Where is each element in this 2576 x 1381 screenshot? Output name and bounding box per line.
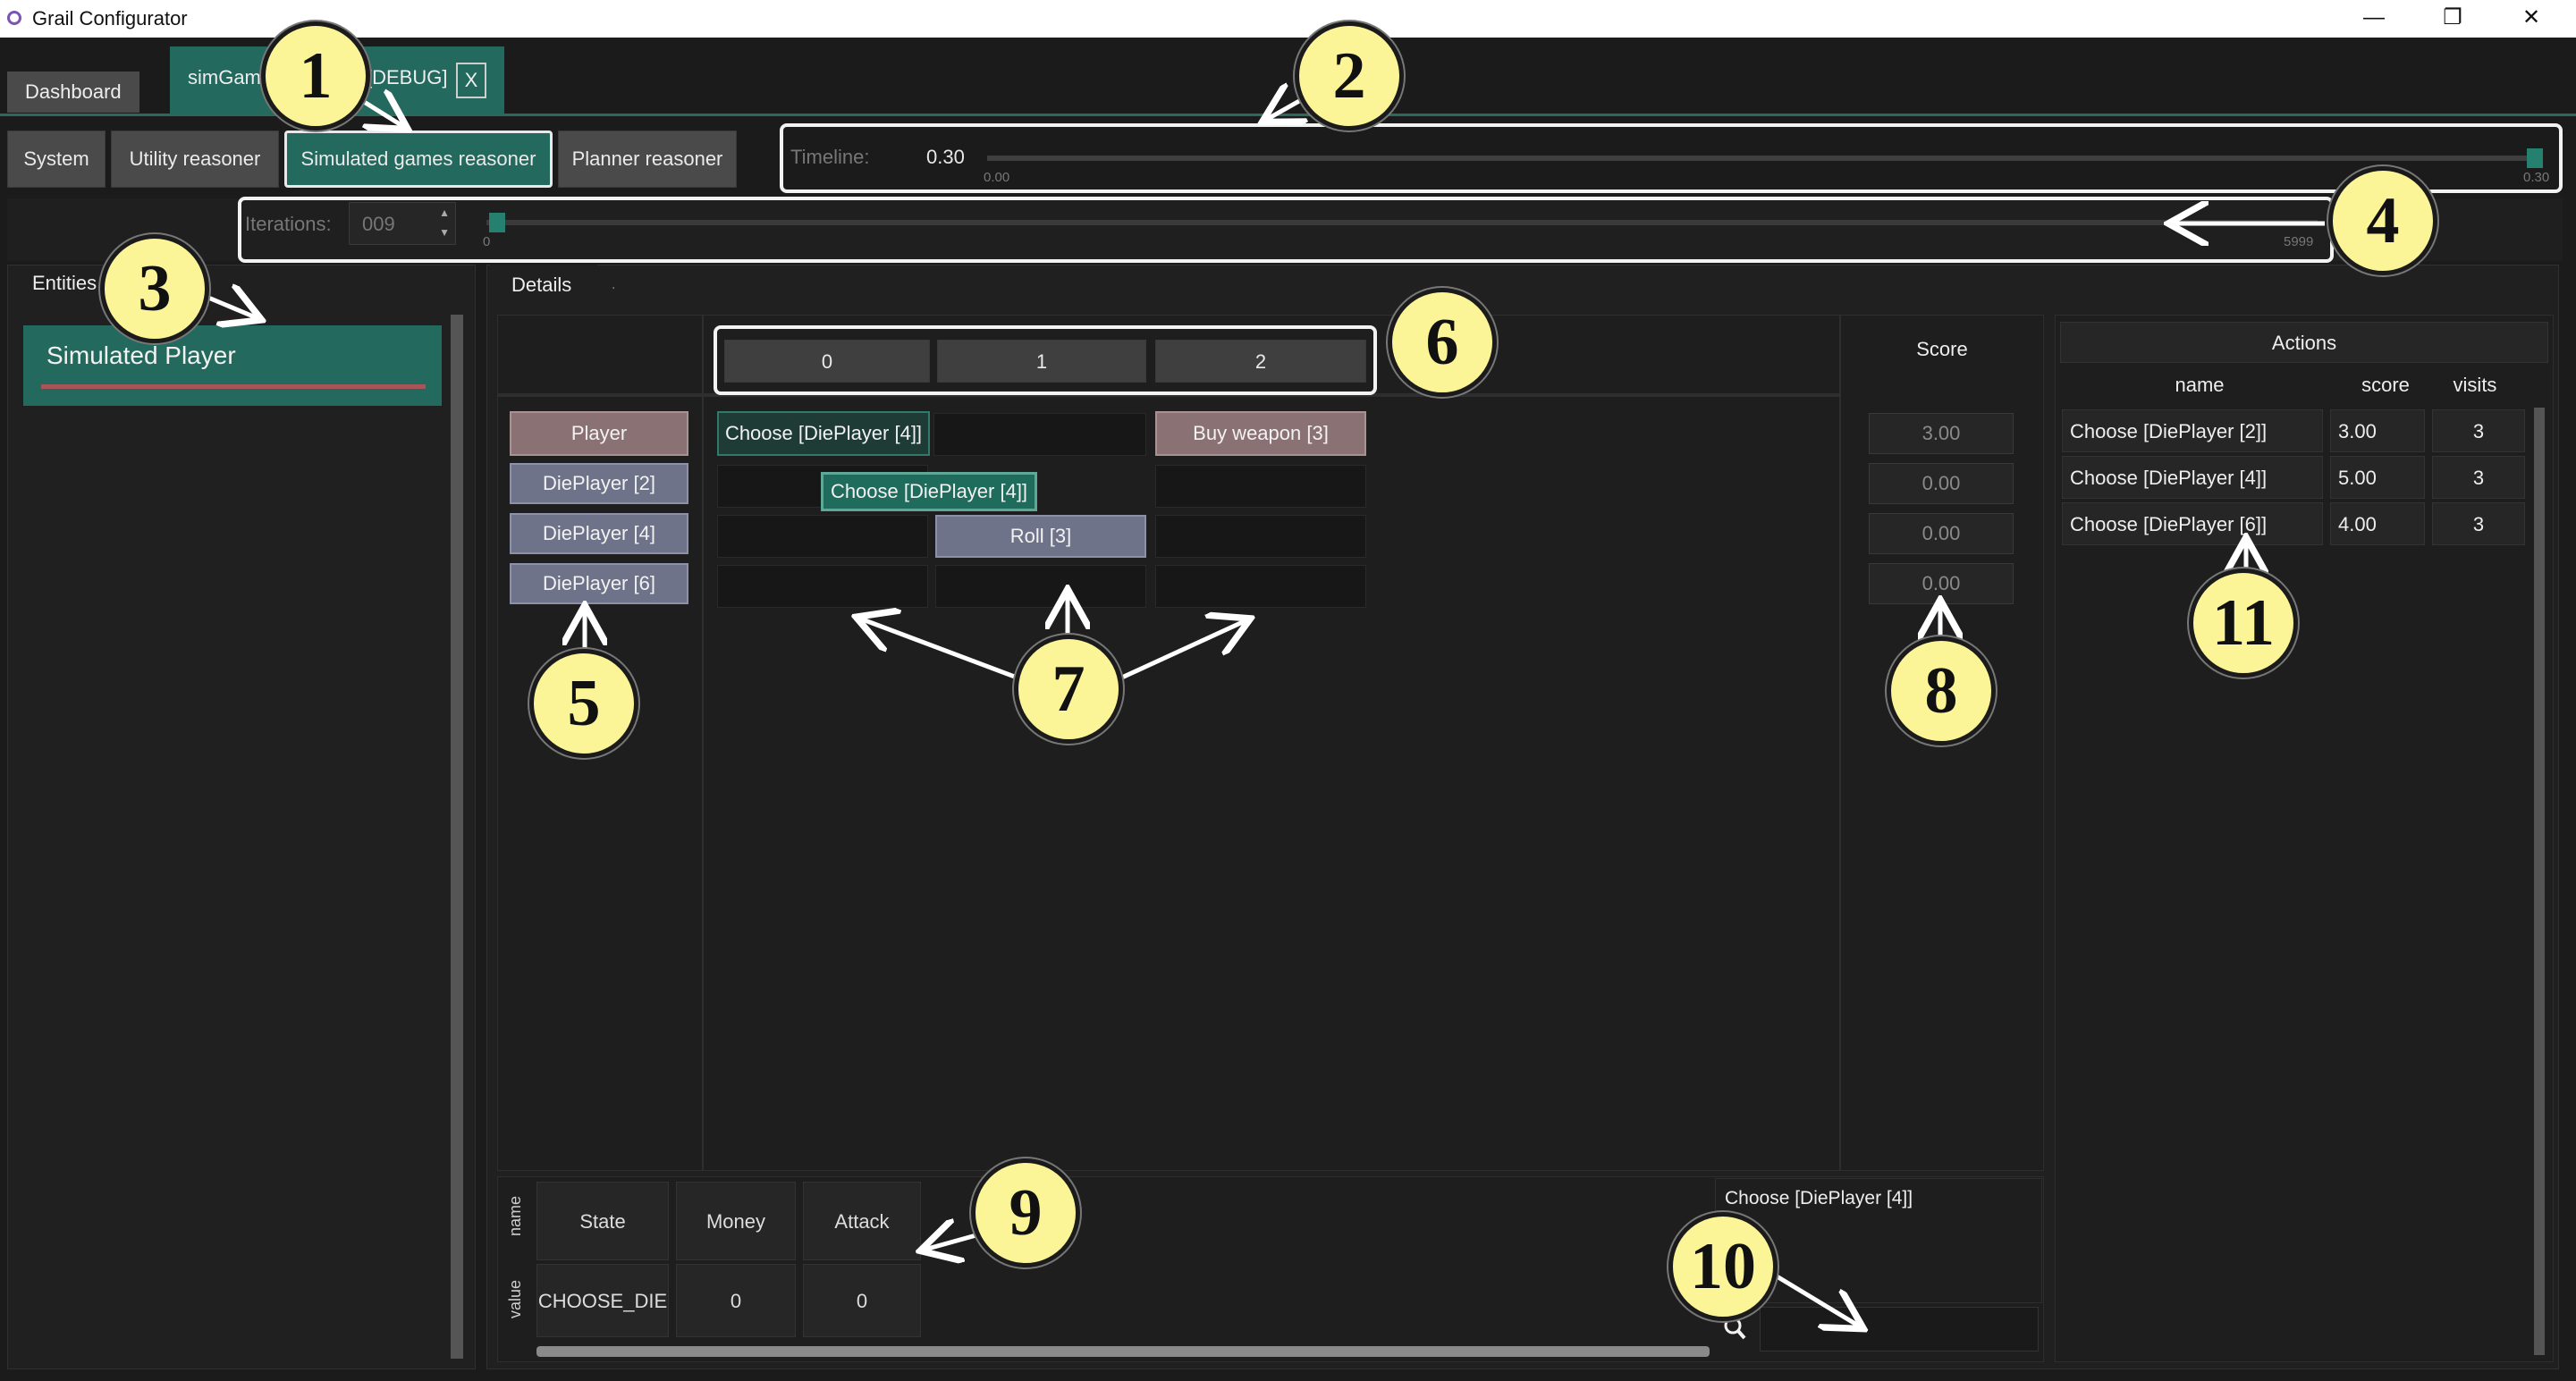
callout-3: 3 — [100, 234, 209, 343]
arrow-callout-7c — [1112, 620, 1246, 684]
callout-8: 8 — [1887, 636, 1996, 745]
callout-5: 5 — [529, 649, 638, 758]
arrow-callout-1 — [359, 100, 404, 127]
annotation-arrows — [201, 0, 2325, 1381]
arrow-callout-7a — [860, 619, 1027, 684]
callout-6: 6 — [1388, 288, 1497, 397]
arrow-callout-10 — [1763, 1267, 1860, 1326]
arrow-callout-3 — [201, 295, 258, 318]
callout-1: 1 — [261, 21, 370, 131]
callout-2: 2 — [1295, 21, 1404, 131]
callout-4: 4 — [2328, 166, 2437, 275]
callout-9: 9 — [971, 1158, 1080, 1267]
callout-11: 11 — [2189, 568, 2298, 678]
callout-7: 7 — [1014, 635, 1123, 744]
callout-10: 10 — [1668, 1212, 1778, 1321]
